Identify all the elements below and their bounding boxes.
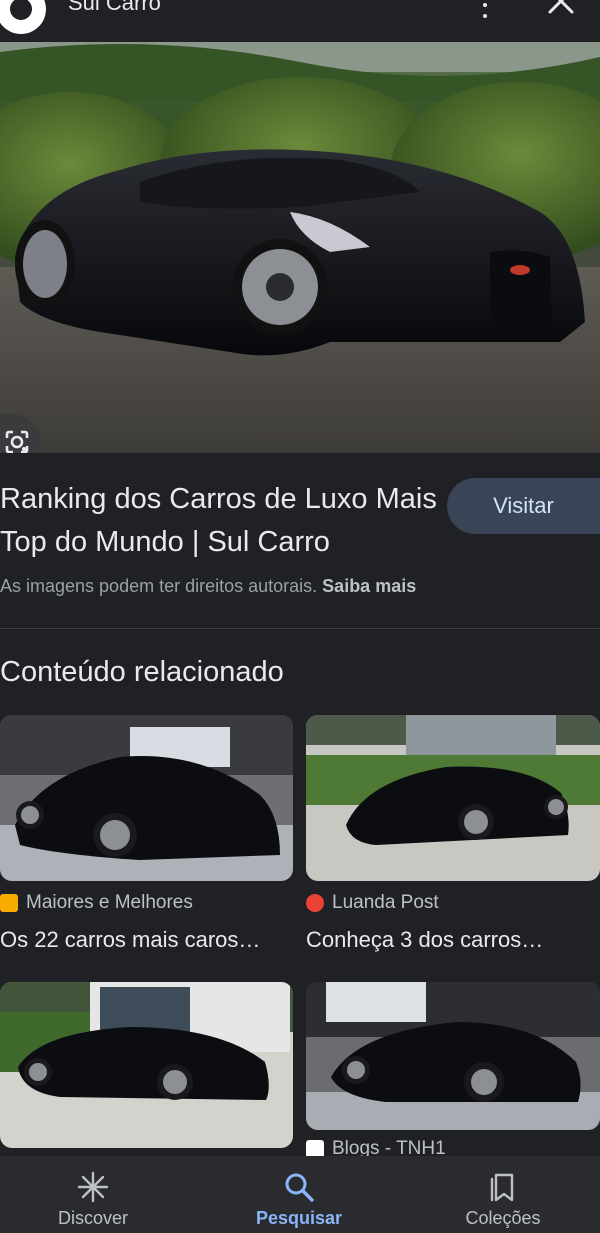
copyright-text: As imagens podem ter direitos autorais. bbox=[0, 576, 318, 596]
related-source-1: Maiores e Melhores bbox=[0, 892, 193, 914]
nav-search[interactable]: Pesquisar bbox=[246, 1156, 352, 1233]
car-photo bbox=[0, 982, 293, 1148]
source-name: Maiores e Melhores bbox=[26, 892, 193, 913]
nav-discover[interactable]: Discover bbox=[40, 1156, 146, 1233]
car-photo bbox=[0, 715, 293, 881]
related-caption-1[interactable]: Os 22 carros mais caros… bbox=[0, 927, 293, 953]
car-photo bbox=[306, 982, 600, 1130]
hero-image[interactable] bbox=[0, 42, 600, 453]
bottom-navigation: Discover Pesquisar Coleções bbox=[0, 1156, 600, 1233]
related-source-2: Luanda Post bbox=[306, 892, 439, 914]
result-title[interactable]: Ranking dos Carros de Luxo Mais Top do M… bbox=[0, 478, 440, 564]
source-favicon-icon bbox=[306, 894, 324, 912]
source-name: Luanda Post bbox=[332, 892, 439, 913]
search-icon bbox=[285, 1173, 314, 1202]
related-thumbnail-4[interactable] bbox=[306, 982, 600, 1130]
visit-button[interactable]: Visitar bbox=[447, 478, 600, 534]
nav-label: Discover bbox=[57, 1208, 128, 1228]
more-vert-icon[interactable] bbox=[476, 0, 494, 18]
nav-label: Pesquisar bbox=[255, 1208, 343, 1228]
divider bbox=[0, 628, 600, 629]
asterisk-icon bbox=[77, 1171, 109, 1203]
source-favicon-icon bbox=[0, 894, 18, 912]
collections-icon bbox=[490, 1173, 514, 1202]
nav-label: Coleções bbox=[465, 1208, 541, 1228]
car-photo bbox=[0, 42, 600, 453]
site-logo-icon bbox=[0, 0, 46, 34]
top-bar: Sul Carro bbox=[0, 0, 600, 42]
related-heading: Conteúdo relacionado bbox=[0, 656, 284, 688]
related-thumbnail-2[interactable] bbox=[306, 715, 600, 881]
site-name: Sul Carro bbox=[68, 0, 161, 15]
nav-collections[interactable]: Coleções bbox=[450, 1156, 556, 1233]
google-lens-icon bbox=[5, 430, 29, 453]
related-thumbnail-1[interactable] bbox=[0, 715, 293, 881]
related-caption-2[interactable]: Conheça 3 dos carros… bbox=[306, 927, 600, 953]
related-thumbnail-3[interactable] bbox=[0, 982, 293, 1148]
learn-more-link[interactable]: Saiba mais bbox=[322, 576, 416, 596]
car-photo bbox=[306, 715, 600, 881]
close-icon[interactable] bbox=[546, 0, 576, 16]
copyright-notice: As imagens podem ter direitos autorais. … bbox=[0, 576, 416, 597]
